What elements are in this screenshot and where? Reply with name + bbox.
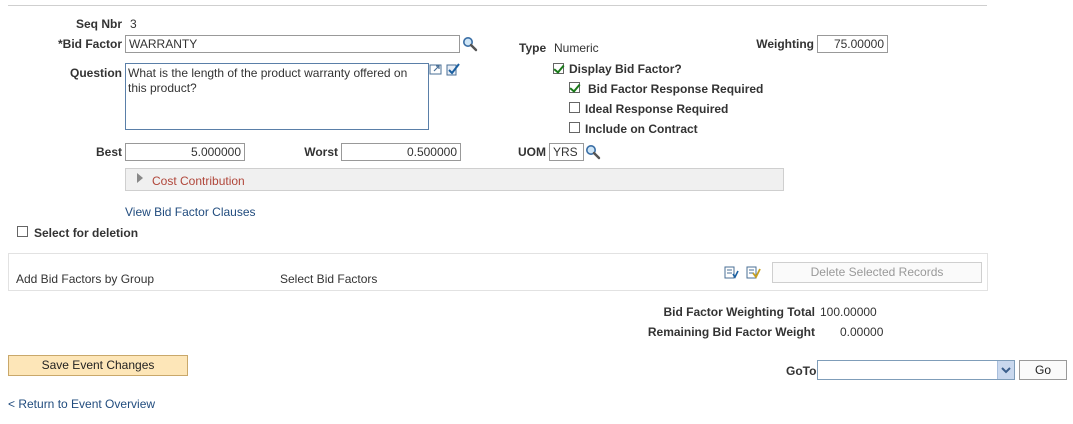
- bid-factor-input[interactable]: WARRANTY: [125, 35, 460, 53]
- worst-input[interactable]: 0.500000: [341, 143, 461, 161]
- cost-contribution-section[interactable]: Cost Contribution: [125, 168, 784, 191]
- bid-factor-lookup-icon[interactable]: [462, 36, 478, 52]
- weighting-input[interactable]: 75.00000: [817, 35, 888, 53]
- go-button[interactable]: Go: [1019, 360, 1067, 380]
- include-on-contract-checkbox[interactable]: [569, 122, 580, 133]
- response-required-checkbox[interactable]: [569, 82, 580, 93]
- ideal-response-required-label: Ideal Response Required: [585, 102, 729, 116]
- weighting-total-label: Bid Factor Weighting Total: [663, 305, 815, 319]
- question-textarea[interactable]: What is the length of the product warran…: [125, 63, 429, 130]
- select-bid-factors-link[interactable]: Select Bid Factors: [280, 272, 377, 286]
- select-all-icon[interactable]: [724, 265, 739, 280]
- top-divider: [8, 5, 987, 6]
- weighting-total-value: 100.00000: [820, 305, 877, 319]
- worst-label: Worst: [304, 145, 338, 159]
- add-bid-factors-by-group-link[interactable]: Add Bid Factors by Group: [16, 272, 154, 286]
- return-to-event-overview-link[interactable]: < Return to Event Overview: [8, 397, 155, 411]
- deselect-all-icon[interactable]: [746, 265, 761, 280]
- response-required-label: Bid Factor Response Required: [588, 82, 764, 96]
- best-label: Best: [95, 145, 122, 159]
- type-label: Type: [519, 41, 547, 55]
- goto-label: GoTo: [786, 364, 817, 378]
- seq-nbr-value: 3: [130, 17, 137, 31]
- include-on-contract-label: Include on Contract: [585, 122, 698, 136]
- display-bid-factor-label: Display Bid Factor?: [569, 62, 682, 76]
- expand-text-icon[interactable]: [429, 63, 443, 76]
- view-bid-factor-clauses-link[interactable]: View Bid Factor Clauses: [125, 205, 256, 219]
- chevron-down-icon[interactable]: [997, 361, 1014, 379]
- bid-factor-label: *Bid Factor: [57, 37, 122, 51]
- type-value: Numeric: [554, 41, 599, 55]
- seq-nbr-label: Seq Nbr: [75, 17, 122, 31]
- cost-contribution-title: Cost Contribution: [152, 174, 245, 188]
- weighting-label: Weighting: [756, 37, 814, 51]
- uom-label: UOM: [518, 145, 546, 159]
- uom-lookup-icon[interactable]: [585, 144, 601, 160]
- spell-check-icon[interactable]: [445, 61, 461, 77]
- display-bid-factor-checkbox[interactable]: [553, 63, 564, 74]
- best-input[interactable]: 5.000000: [125, 143, 245, 161]
- uom-input[interactable]: YRS: [549, 143, 584, 161]
- question-label: Question: [69, 66, 122, 80]
- expand-arrow-icon: [137, 173, 143, 183]
- remaining-weight-value: 0.00000: [840, 325, 884, 339]
- save-event-changes-button[interactable]: Save Event Changes: [8, 355, 188, 376]
- remaining-weight-label: Remaining Bid Factor Weight: [647, 325, 815, 339]
- delete-selected-records-button[interactable]: Delete Selected Records: [772, 262, 982, 283]
- select-for-deletion-label: Select for deletion: [34, 226, 139, 240]
- goto-select[interactable]: [817, 360, 1015, 380]
- ideal-response-required-checkbox[interactable]: [569, 102, 580, 113]
- select-for-deletion-checkbox[interactable]: [17, 226, 28, 237]
